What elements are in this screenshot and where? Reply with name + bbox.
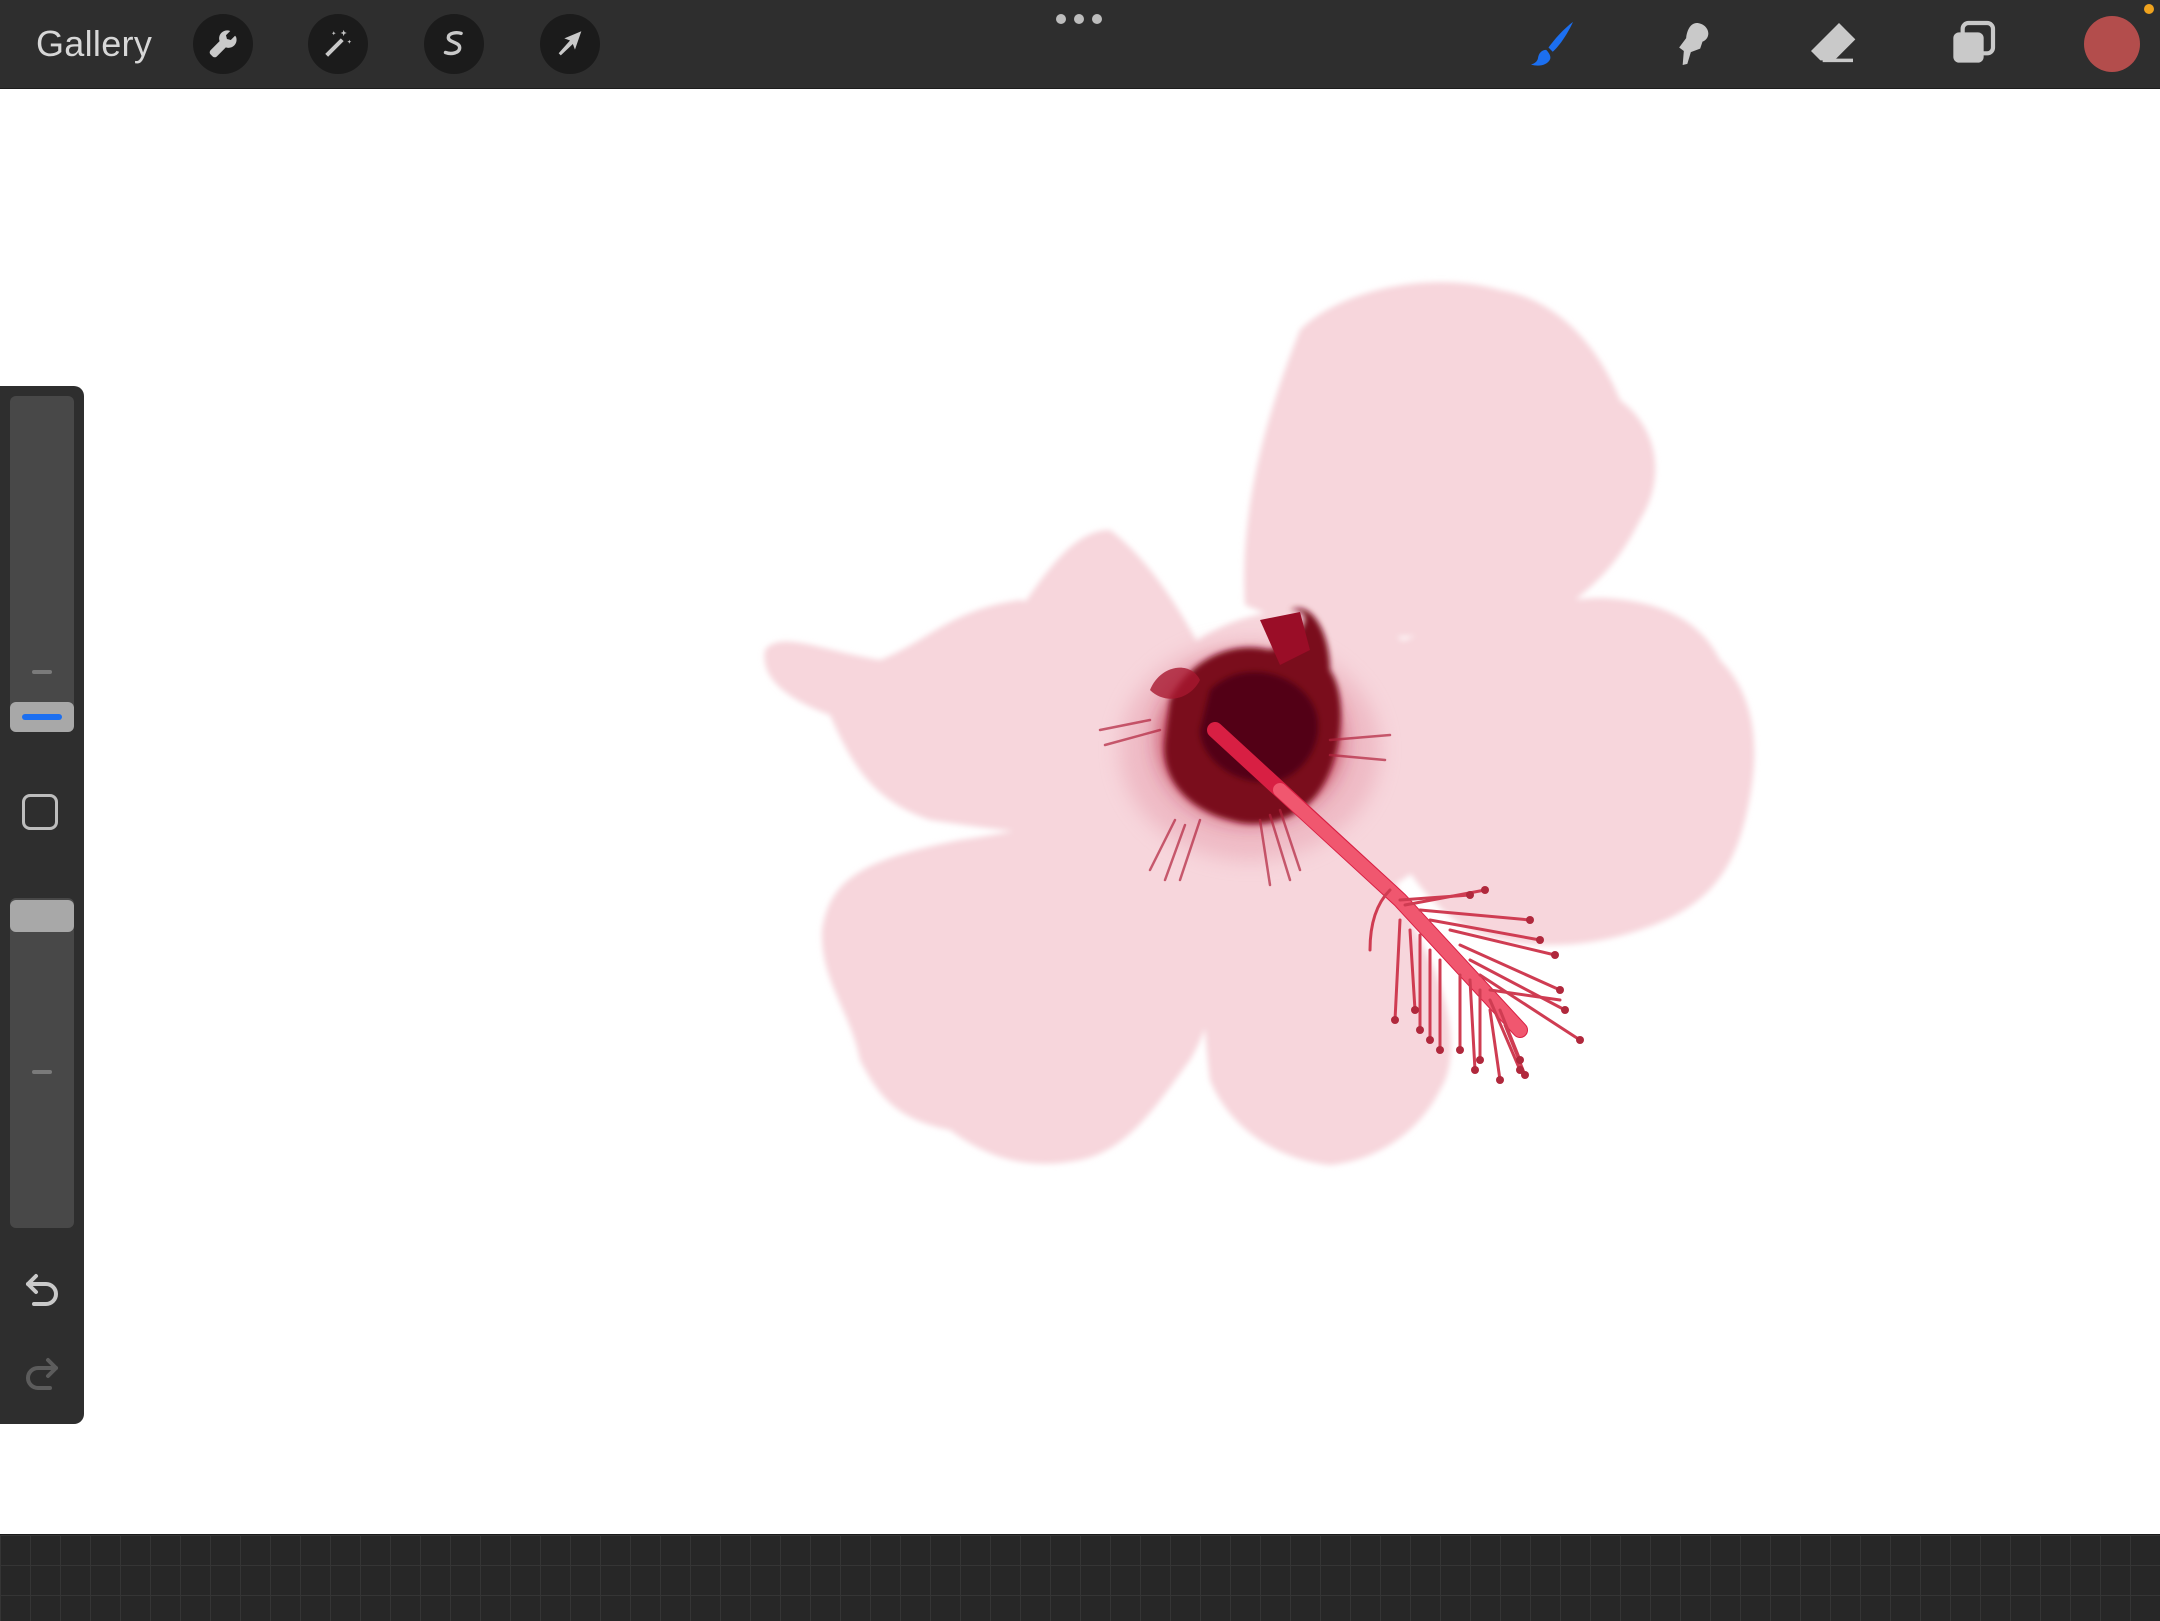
brush-size-handle[interactable] — [10, 702, 74, 732]
notification-dot — [2144, 4, 2154, 14]
slider-tick — [32, 1070, 52, 1074]
gallery-button[interactable]: Gallery — [36, 20, 152, 68]
bottom-grid-area — [0, 1534, 2160, 1621]
selection-button[interactable] — [424, 14, 484, 74]
opacity-slider[interactable] — [10, 898, 74, 1228]
opacity-handle[interactable] — [10, 900, 74, 932]
color-picker-button[interactable] — [2084, 16, 2140, 72]
brush-icon — [1531, 21, 1573, 66]
transform-button[interactable] — [540, 14, 600, 74]
magic-wand-icon — [325, 29, 352, 57]
top-toolbar: Gallery — [0, 0, 2160, 89]
brush-size-slider[interactable] — [10, 396, 74, 732]
redo-icon[interactable] — [18, 1348, 66, 1396]
canvas-artwork[interactable] — [0, 88, 2160, 1534]
smudge-icon — [1679, 23, 1709, 65]
slider-tick — [32, 670, 52, 674]
more-dots-icon[interactable] — [1056, 12, 1102, 26]
modify-button[interactable] — [22, 794, 58, 830]
eraser-icon — [1811, 23, 1856, 63]
wrench-icon — [209, 30, 237, 58]
layers-tool-button[interactable] — [1940, 12, 2004, 76]
smudge-tool-button[interactable] — [1660, 12, 1724, 76]
selection-s-icon — [443, 31, 463, 56]
layers-icon — [1953, 20, 1996, 63]
adjustments-button[interactable] — [308, 14, 368, 74]
actions-button[interactable] — [193, 14, 253, 74]
undo-icon[interactable] — [18, 1264, 66, 1312]
left-sidebar — [0, 386, 84, 1424]
eraser-tool-button[interactable] — [1800, 12, 1864, 76]
arrow-cursor-icon — [558, 31, 582, 56]
brush-tool-button[interactable] — [1520, 12, 1584, 76]
